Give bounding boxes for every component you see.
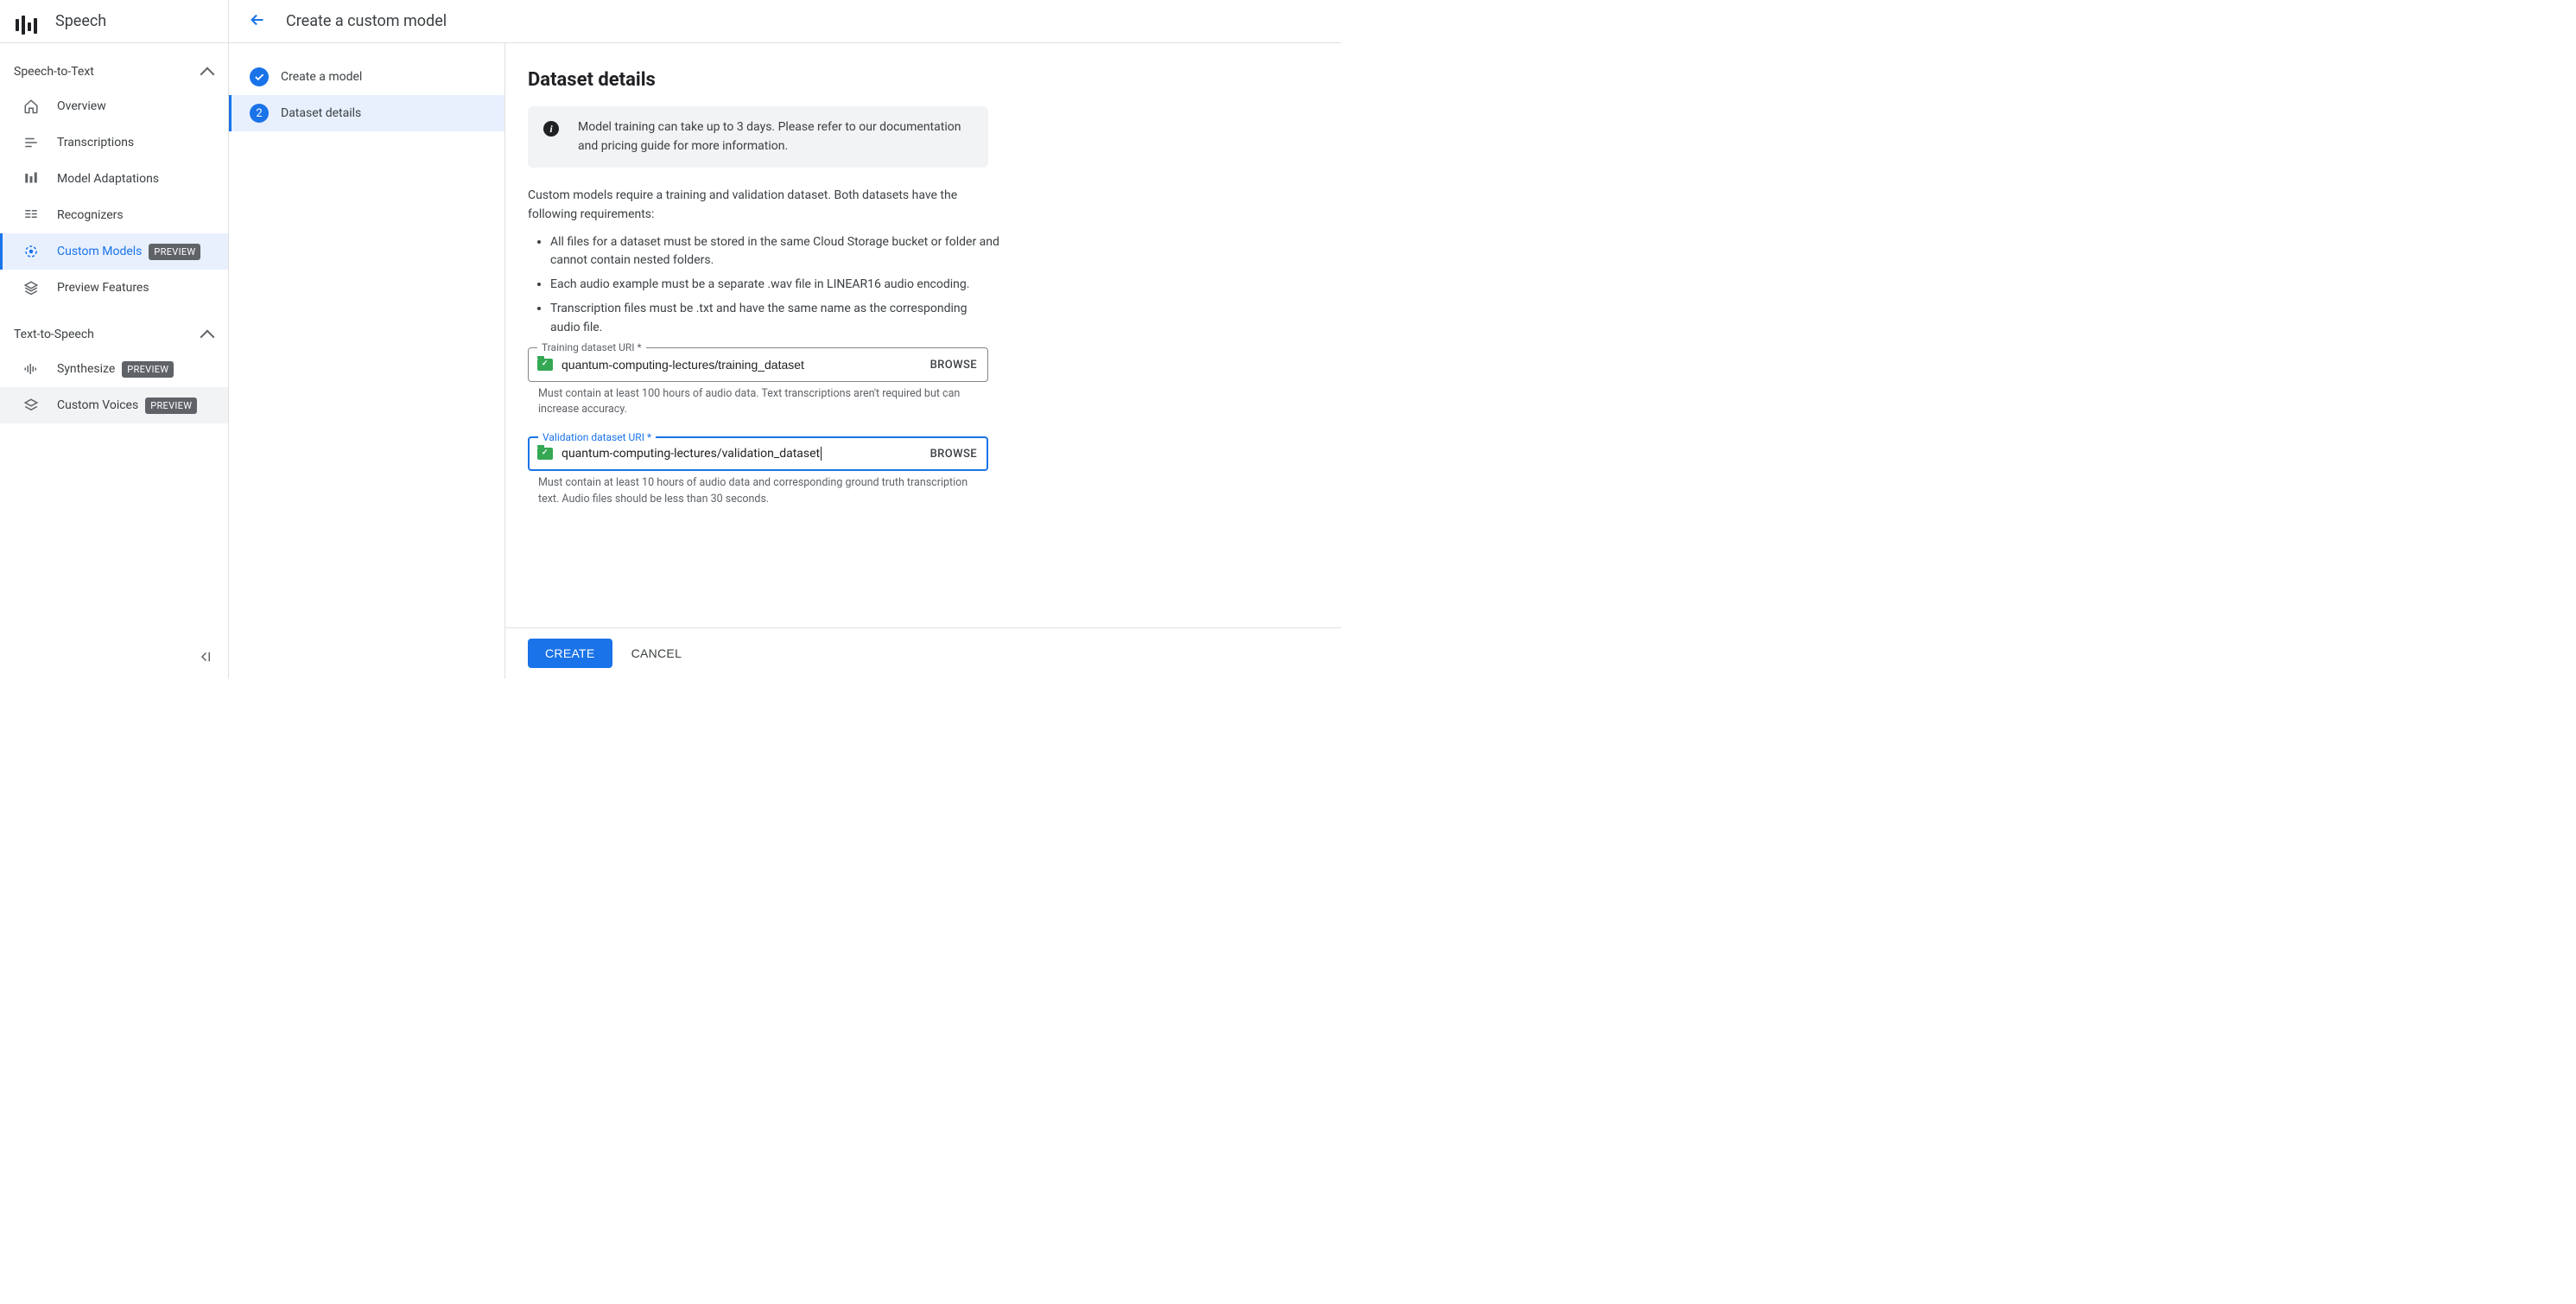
sidebar-item-label: Custom Models <box>57 245 142 258</box>
validation-uri-field: Validation dataset URI * quantum-computi… <box>528 436 988 471</box>
actions-bar: CREATE CANCEL <box>505 627 1341 678</box>
step-label: Dataset details <box>281 106 361 120</box>
recognizers-icon <box>22 207 40 223</box>
nav-section-speech-to-text: Speech-to-Text Overview Transcriptions <box>0 43 228 306</box>
back-arrow-button[interactable] <box>248 10 267 33</box>
training-uri-input[interactable] <box>562 358 922 372</box>
sidebar-item-label: Overview <box>57 99 106 113</box>
requirement-item: Each audio example must be a separate .w… <box>550 276 999 295</box>
validation-uri-input-text[interactable]: quantum-computing-lectures/validation_da… <box>562 447 820 461</box>
training-uri-box[interactable]: Training dataset URI * BROWSE <box>528 347 988 382</box>
content-column: Dataset details i Model training can tak… <box>505 43 1341 678</box>
text-cursor <box>821 447 822 461</box>
voices-icon <box>22 398 40 413</box>
layers-icon <box>22 280 40 296</box>
nav-section-label: Text-to-Speech <box>14 328 94 341</box>
page-title: Create a custom model <box>286 12 447 30</box>
folder-icon <box>537 359 553 371</box>
sidebar-header: Speech <box>0 0 228 43</box>
validation-uri-label: Validation dataset URI * <box>538 431 656 443</box>
sidebar-item-model-adaptations[interactable]: Model Adaptations <box>0 161 228 197</box>
adaptations-icon <box>22 171 40 187</box>
browse-button-training[interactable]: BROWSE <box>930 359 977 372</box>
stepper-column: Create a model 2 Dataset details <box>229 43 505 678</box>
synthesize-icon <box>22 361 40 377</box>
sidebar-item-label: Recognizers <box>57 208 124 222</box>
nav-section-text-to-speech: Text-to-Speech Synthesize PREVIEW Custom… <box>0 306 228 423</box>
cancel-button[interactable]: CANCEL <box>631 646 682 660</box>
sidebar-item-label: Synthesize <box>57 362 115 376</box>
training-uri-label: Training dataset URI * <box>537 341 646 353</box>
training-helper-text: Must contain at least 100 hours of audio… <box>538 386 979 417</box>
collapse-sidebar-button[interactable] <box>197 649 213 668</box>
preview-badge: PREVIEW <box>145 398 197 414</box>
home-icon <box>22 99 40 114</box>
step-create-model[interactable]: Create a model <box>229 59 504 95</box>
training-uri-field: Training dataset URI * BROWSE <box>528 347 988 382</box>
step-label: Create a model <box>281 70 362 84</box>
sidebar-item-label: Preview Features <box>57 281 149 295</box>
step-dataset-details[interactable]: 2 Dataset details <box>229 95 504 131</box>
create-button[interactable]: CREATE <box>528 639 612 668</box>
sidebar-item-custom-models[interactable]: Custom Models PREVIEW <box>0 233 228 270</box>
preview-badge: PREVIEW <box>149 244 200 260</box>
requirements-list: All files for a dataset must be stored i… <box>550 233 999 337</box>
requirement-item: All files for a dataset must be stored i… <box>550 233 999 270</box>
main-area: Create a custom model Create a model 2 D… <box>229 0 1341 678</box>
sidebar-item-preview-features[interactable]: Preview Features <box>0 270 228 306</box>
chevron-up-icon <box>200 67 215 82</box>
info-banner-text: Model training can take up to 3 days. Pl… <box>578 118 973 156</box>
sidebar-item-label: Model Adaptations <box>57 172 159 186</box>
validation-helper-text: Must contain at least 10 hours of audio … <box>538 475 979 506</box>
validation-uri-box[interactable]: Validation dataset URI * quantum-computi… <box>528 436 988 471</box>
sidebar-item-overview[interactable]: Overview <box>0 88 228 124</box>
info-banner: i Model training can take up to 3 days. … <box>528 106 988 168</box>
sidebar-title: Speech <box>55 12 106 30</box>
folder-icon <box>537 448 553 460</box>
intro-text: Custom models require a training and val… <box>528 187 994 224</box>
sidebar-item-label: Custom Voices <box>57 398 138 412</box>
sidebar-item-label: Transcriptions <box>57 136 134 149</box>
nav-section-header-stt[interactable]: Speech-to-Text <box>0 55 228 88</box>
info-icon: i <box>543 121 559 137</box>
transcriptions-icon <box>22 135 40 150</box>
preview-badge: PREVIEW <box>122 361 174 378</box>
browse-button-validation[interactable]: BROWSE <box>930 448 977 461</box>
sidebar-item-synthesize[interactable]: Synthesize PREVIEW <box>0 351 228 387</box>
step-number-badge: 2 <box>250 104 269 123</box>
section-title: Dataset details <box>528 69 1315 91</box>
requirement-item: Transcription files must be .txt and hav… <box>550 300 999 337</box>
nav-section-label: Speech-to-Text <box>14 65 94 79</box>
chevron-up-icon <box>200 330 215 345</box>
sidebar-item-transcriptions[interactable]: Transcriptions <box>0 124 228 161</box>
nav-section-header-tts[interactable]: Text-to-Speech <box>0 318 228 351</box>
sidebar: Speech Speech-to-Text Overview Transcrip… <box>0 0 229 678</box>
speech-logo-icon <box>16 12 40 31</box>
sidebar-item-custom-voices[interactable]: Custom Voices PREVIEW <box>0 387 228 423</box>
main-header: Create a custom model <box>229 0 1341 43</box>
sidebar-item-recognizers[interactable]: Recognizers <box>0 197 228 233</box>
step-done-icon <box>250 67 269 86</box>
custom-models-icon <box>22 244 40 259</box>
